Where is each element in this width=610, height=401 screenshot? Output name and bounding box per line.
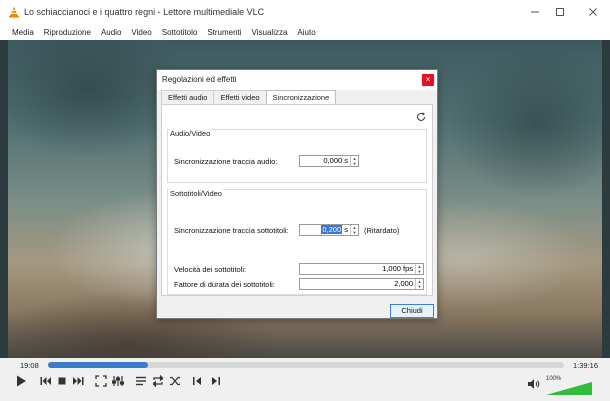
- frame-forward-button[interactable]: [207, 373, 223, 389]
- menu-bar: Media Riproduzione Audio Video Sottotito…: [0, 24, 610, 40]
- fullscreen-button[interactable]: [93, 373, 109, 389]
- dialog-title: Regolazioni ed effetti: [162, 75, 237, 84]
- play-button[interactable]: [12, 372, 30, 390]
- dialog-close-icon[interactable]: ×: [422, 74, 434, 86]
- extended-settings-button[interactable]: [110, 373, 126, 389]
- subtitle-sync-unit: s: [342, 225, 348, 234]
- spin-arrows-icon[interactable]: ▲ ▼: [350, 225, 358, 235]
- menu-audio[interactable]: Audio: [101, 28, 121, 37]
- menu-media[interactable]: Media: [12, 28, 34, 37]
- subtitle-duration-label: Fattore di durata dei sottotitoli:: [174, 280, 275, 289]
- subtitles-video-group: Sottotitoli/Video Sincronizzazione tracc…: [167, 189, 427, 295]
- menu-view[interactable]: Visualizza: [252, 28, 288, 37]
- frame-forward-icon: [212, 377, 220, 385]
- next-icon: [73, 377, 84, 385]
- previous-button[interactable]: [38, 373, 54, 389]
- loop-icon: [152, 375, 164, 387]
- tab-audio-effects[interactable]: Effetti audio: [161, 90, 215, 104]
- stop-icon: [58, 377, 66, 385]
- maximize-button[interactable]: [545, 0, 575, 24]
- subtitle-speed-spinbox[interactable]: 1,000 fps ▲ ▼: [299, 263, 424, 275]
- previous-icon: [40, 377, 51, 385]
- playlist-button[interactable]: [133, 373, 149, 389]
- sync-panel: Audio/Video Sincronizzazione traccia aud…: [161, 104, 433, 296]
- volume-slider-fill: [546, 382, 592, 395]
- dialog-title-bar: Regolazioni ed effetti ×: [157, 70, 437, 90]
- audio-video-group: Audio/Video Sincronizzazione traccia aud…: [167, 129, 427, 183]
- spin-arrows-icon[interactable]: ▲ ▼: [415, 279, 423, 289]
- fullscreen-icon: [95, 375, 107, 387]
- next-button[interactable]: [70, 373, 86, 389]
- maximize-icon: [556, 8, 564, 16]
- menu-subtitle[interactable]: Sottotitolo: [162, 28, 198, 37]
- audio-sync-label: Sincronizzazione traccia audio:: [174, 157, 278, 166]
- menu-playback[interactable]: Riproduzione: [44, 28, 91, 37]
- frame-back-button[interactable]: [190, 373, 206, 389]
- total-time: 1:39:16: [573, 361, 599, 370]
- subtitle-speed-value: 1,000 fps: [382, 264, 413, 273]
- playlist-icon: [136, 376, 146, 386]
- frame-back-icon: [193, 377, 201, 385]
- tab-video-effects[interactable]: Effetti video: [213, 90, 267, 104]
- menu-video[interactable]: Video: [131, 28, 151, 37]
- shuffle-button[interactable]: [167, 373, 183, 389]
- player-controls: 19:08 1:39:16 100%: [0, 358, 610, 401]
- subtitle-sync-spinbox[interactable]: 0,200 s ▲ ▼: [299, 224, 359, 236]
- video-dark-area-2: [448, 50, 602, 200]
- seek-bar-progress: [48, 362, 148, 368]
- stop-button[interactable]: [54, 373, 70, 389]
- vlc-cone-icon: [9, 6, 19, 18]
- close-icon: [589, 8, 597, 16]
- spin-arrows-icon[interactable]: ▲ ▼: [415, 264, 423, 274]
- subtitle-sync-value: 0,200: [321, 225, 343, 234]
- window-title: Lo schiaccianoci e i quattro regni - Let…: [24, 7, 265, 17]
- refresh-icon[interactable]: [415, 111, 427, 123]
- shuffle-icon: [170, 376, 180, 386]
- audio-sync-spinbox[interactable]: 0,000 s ▲ ▼: [299, 155, 359, 167]
- volume-icon[interactable]: [527, 378, 541, 390]
- title-bar: Lo schiaccianoci e i quattro regni - Let…: [0, 0, 610, 24]
- tab-synchronization[interactable]: Sincronizzazione: [265, 90, 337, 105]
- subtitle-duration-value: 2,000: [394, 279, 413, 288]
- audio-video-group-label: Audio/Video: [169, 129, 212, 138]
- effects-dialog: Regolazioni ed effetti × Effetti audio E…: [156, 69, 438, 319]
- subtitles-video-group-label: Sottotitoli/Video: [169, 189, 223, 198]
- menu-help[interactable]: Aiuto: [297, 28, 315, 37]
- subtitle-sync-label: Sincronizzazione traccia sottotitoli:: [174, 226, 289, 235]
- volume-slider[interactable]: [546, 382, 592, 395]
- minimize-icon: [531, 11, 539, 13]
- subtitle-duration-spinbox[interactable]: 2,000 ▲ ▼: [299, 278, 424, 290]
- subtitle-speed-label: Velocità dei sottotitoli:: [174, 265, 247, 274]
- play-icon: [17, 375, 26, 387]
- window-close-button[interactable]: [578, 0, 608, 24]
- spin-arrows-icon[interactable]: ▲ ▼: [350, 156, 358, 166]
- close-dialog-button[interactable]: Chiudi: [390, 304, 434, 318]
- loop-button[interactable]: [150, 373, 166, 389]
- subtitle-sync-status: (Ritardato): [364, 226, 400, 235]
- audio-sync-value: 0,000 s: [323, 156, 348, 165]
- dialog-tabs: Effetti audio Effetti video Sincronizzaz…: [161, 90, 337, 105]
- seek-bar[interactable]: [48, 362, 564, 368]
- elapsed-time: 19:08: [20, 361, 39, 370]
- menu-tools[interactable]: Strumenti: [207, 28, 241, 37]
- extended-settings-icon: [112, 376, 124, 386]
